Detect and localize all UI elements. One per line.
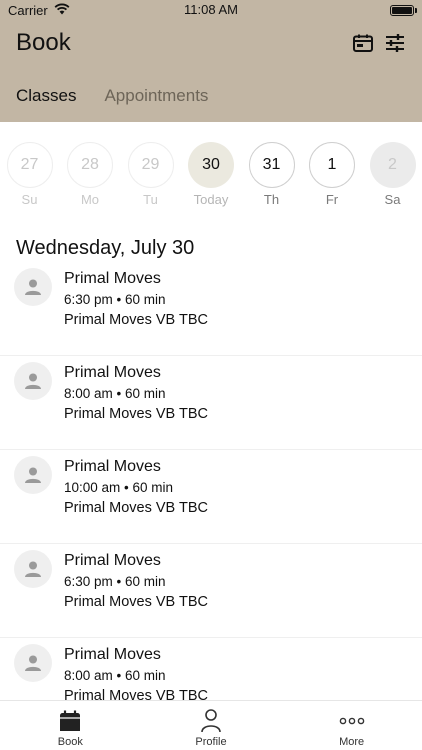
class-name: Primal Moves <box>64 552 161 569</box>
class-item[interactable]: Primal Moves 8:00 am • 60 min Primal Mov… <box>0 356 422 450</box>
class-time: 6:30 pm • 60 min <box>64 574 166 589</box>
day-name: Fr <box>325 192 339 207</box>
class-time: 6:30 pm • 60 min <box>64 292 166 307</box>
day-27[interactable]: 27 Su <box>6 142 53 207</box>
day-30-today[interactable]: 30 Today <box>188 142 235 207</box>
day-number: 31 <box>248 142 295 188</box>
tab-appointments[interactable]: Appointments <box>104 86 208 106</box>
class-name: Primal Moves <box>64 270 161 287</box>
avatar <box>14 456 52 494</box>
class-time: 8:00 am • 60 min <box>64 668 166 683</box>
person-icon <box>200 708 222 734</box>
day-number: 2 <box>369 142 416 188</box>
date-heading: Wednesday, July 30 <box>16 237 195 259</box>
tab-classes[interactable]: Classes <box>16 86 76 106</box>
tab-bar-label: Book <box>57 735 83 748</box>
person-placeholder-icon <box>25 655 41 671</box>
class-name: Primal Moves <box>64 364 161 381</box>
tab-bar-label: More <box>339 735 365 748</box>
class-location: Primal Moves VB TBC <box>64 312 208 328</box>
person-placeholder-icon <box>25 467 41 483</box>
tab-bar-book[interactable]: Book <box>15 701 125 750</box>
page-title: Book <box>16 29 71 56</box>
battery-icon <box>390 4 417 16</box>
class-item[interactable]: Primal Moves 6:30 pm • 60 min Primal Mov… <box>0 544 422 638</box>
person-placeholder-icon <box>25 373 41 389</box>
class-location: Primal Moves VB TBC <box>64 594 208 610</box>
day-1[interactable]: 1 Fr <box>309 142 356 207</box>
tab-bar-profile[interactable]: Profile <box>156 701 266 750</box>
day-name: Su <box>21 192 38 207</box>
segment-tabs: Classes Appointments <box>16 86 208 106</box>
avatar <box>14 644 52 682</box>
avatar <box>14 550 52 588</box>
day-31[interactable]: 31 Th <box>248 142 295 207</box>
class-location: Primal Moves VB TBC <box>64 688 208 700</box>
class-list: Primal Moves 6:30 pm • 60 min Primal Mov… <box>0 262 422 700</box>
day-name: Tu <box>143 192 158 207</box>
calendar-icon[interactable] <box>352 32 374 54</box>
class-location: Primal Moves VB TBC <box>64 500 208 516</box>
day-name: Today <box>193 192 229 207</box>
status-time: 11:08 AM <box>184 2 238 17</box>
class-item[interactable]: Primal Moves 8:00 am • 60 min Primal Mov… <box>0 638 422 700</box>
day-name: Mo <box>80 192 100 207</box>
day-number: 30 <box>188 142 234 188</box>
bottom-tab-bar: Book Profile More <box>0 700 422 750</box>
class-name: Primal Moves <box>64 646 161 663</box>
status-bar: Carrier 11:08 AM <box>0 0 422 20</box>
class-item[interactable]: Primal Moves 6:30 pm • 60 min Primal Mov… <box>0 262 422 356</box>
class-name: Primal Moves <box>64 458 161 475</box>
calendar-icon <box>59 708 81 734</box>
tab-bar-label: Profile <box>195 735 227 748</box>
person-placeholder-icon <box>25 279 41 295</box>
avatar <box>14 268 52 306</box>
avatar <box>14 362 52 400</box>
day-number: 1 <box>309 142 355 188</box>
day-picker: 27 Su 28 Mo 29 Tu 30 Today 31 Th 1 Fr 2 … <box>0 122 422 207</box>
day-number: 29 <box>127 142 174 188</box>
class-time: 8:00 am • 60 min <box>64 386 166 401</box>
day-name: Th <box>263 192 280 207</box>
class-location: Primal Moves VB TBC <box>64 406 208 422</box>
person-placeholder-icon <box>25 561 41 577</box>
day-2[interactable]: 2 Sa <box>369 142 416 207</box>
filter-sliders-icon[interactable] <box>384 32 406 54</box>
day-number: 27 <box>6 142 53 188</box>
day-name: Sa <box>384 192 401 207</box>
class-time: 10:00 am • 60 min <box>64 480 174 495</box>
class-item[interactable]: Primal Moves 10:00 am • 60 min Primal Mo… <box>0 450 422 544</box>
day-29[interactable]: 29 Tu <box>127 142 174 207</box>
day-28[interactable]: 28 Mo <box>67 142 114 207</box>
tab-bar-more[interactable]: More <box>297 701 407 750</box>
header-area: Carrier 11:08 AM Book Classes Appointmen… <box>0 0 422 122</box>
more-dots-icon <box>339 708 365 734</box>
day-number: 28 <box>67 142 113 188</box>
